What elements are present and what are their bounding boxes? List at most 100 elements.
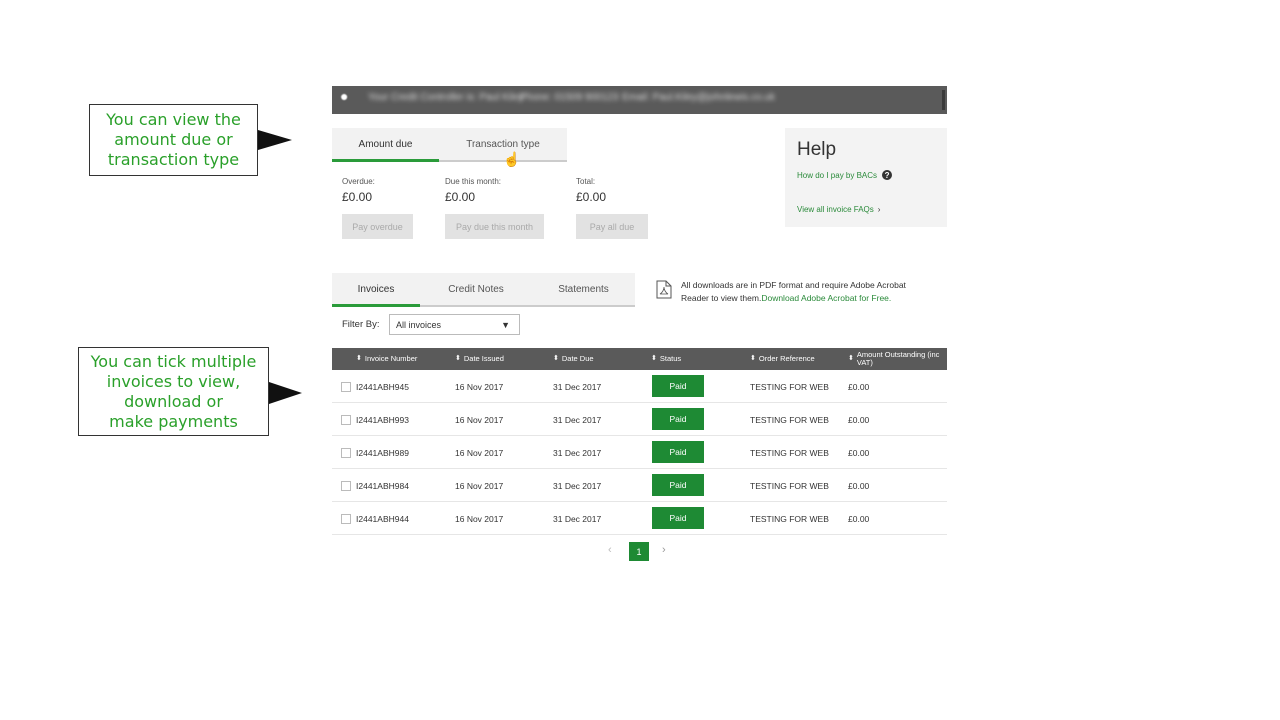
scrollbar[interactable] bbox=[942, 90, 945, 110]
invoice-number[interactable]: I2441ABH989 bbox=[356, 436, 409, 469]
due-month-value: £0.00 bbox=[445, 190, 476, 204]
total-label: Total: bbox=[576, 177, 596, 186]
prev-page-chevron-icon[interactable]: ‹ bbox=[608, 544, 612, 556]
table-row: I2441ABH989 16 Nov 2017 31 Dec 2017 Paid… bbox=[332, 436, 947, 469]
amount-outstanding: £0.00 bbox=[848, 513, 870, 524]
row-checkbox[interactable] bbox=[341, 514, 351, 524]
invoice-number[interactable]: I2441ABH993 bbox=[356, 403, 409, 436]
column-header-invoice-number[interactable]: ⬍ Invoice Number bbox=[356, 348, 417, 370]
callout-line: download or bbox=[124, 391, 223, 411]
table-header: ⬍ Invoice Number ⬍ Date Issued ⬍ Date Due ⬍… bbox=[332, 348, 947, 370]
invoice-number[interactable]: I2441ABH984 bbox=[356, 469, 409, 502]
order-reference: TESTING FOR WEB bbox=[750, 480, 829, 491]
row-checkbox[interactable] bbox=[341, 481, 351, 491]
pay-due-month-button[interactable]: Pay due this month bbox=[445, 214, 544, 239]
logo-icon: ● bbox=[340, 88, 349, 104]
column-header-status[interactable]: ⬍ Status bbox=[651, 348, 681, 370]
adobe-download-link[interactable]: Download Adobe Acrobat for Free. bbox=[761, 293, 891, 303]
callout-pointer-arrow bbox=[269, 382, 302, 404]
row-checkbox[interactable] bbox=[341, 382, 351, 392]
status-badge: Paid bbox=[652, 375, 704, 397]
callout-view-amount: You can view the amount due or transacti… bbox=[89, 104, 258, 176]
help-title: Help bbox=[797, 139, 837, 160]
column-header-date-issued[interactable]: ⬍ Date Issued bbox=[455, 348, 504, 370]
tab-invoices[interactable]: Invoices bbox=[332, 273, 420, 307]
order-reference: TESTING FOR WEB bbox=[750, 381, 829, 392]
bacs-help-link[interactable]: How do I pay by BACs ? bbox=[797, 170, 893, 180]
column-header-date-due[interactable]: ⬍ Date Due bbox=[553, 348, 594, 370]
callout-line: make payments bbox=[109, 411, 238, 431]
tab-amount-due[interactable]: Amount due bbox=[332, 128, 439, 162]
date-issued: 16 Nov 2017 bbox=[455, 513, 504, 524]
tab-credit-notes[interactable]: Credit Notes bbox=[420, 273, 532, 305]
column-header-amount-outstanding[interactable]: ⬍ Amount Outstanding (inc VAT) bbox=[848, 348, 944, 370]
amount-outstanding: £0.00 bbox=[848, 480, 870, 491]
email-text: Email: Paul.Kiley@johnlewis.co.uk bbox=[622, 92, 775, 103]
date-due: 31 Dec 2017 bbox=[553, 414, 602, 425]
pagination: ‹ 1 › bbox=[600, 541, 680, 561]
pay-all-due-button[interactable]: Pay all due bbox=[576, 214, 648, 239]
overdue-summary: Overdue: £0.00 bbox=[342, 177, 375, 204]
date-issued: 16 Nov 2017 bbox=[455, 381, 504, 392]
column-header-order-reference[interactable]: ⬍ Order Reference bbox=[750, 348, 815, 370]
callout-line: You can view the bbox=[106, 110, 241, 129]
column-header-label: Amount Outstanding (inc VAT) bbox=[856, 350, 940, 367]
due-month-summary: Due this month: £0.00 bbox=[445, 177, 501, 204]
status-badge: Paid bbox=[652, 408, 704, 430]
callout-line: You can tick multiple bbox=[90, 351, 257, 371]
callout-line: invoices to view, bbox=[106, 371, 241, 391]
column-header-label: Date Due bbox=[561, 354, 594, 363]
table-row: I2441ABH944 16 Nov 2017 31 Dec 2017 Paid… bbox=[332, 502, 947, 535]
table-row: I2441ABH984 16 Nov 2017 31 Dec 2017 Paid… bbox=[332, 469, 947, 502]
table-row: I2441ABH945 16 Nov 2017 31 Dec 2017 Paid… bbox=[332, 370, 947, 403]
table-row: I2441ABH993 16 Nov 2017 31 Dec 2017 Paid… bbox=[332, 403, 947, 436]
document-tabs: Invoices Credit Notes Statements bbox=[332, 273, 635, 307]
date-due: 31 Dec 2017 bbox=[553, 447, 602, 458]
column-header-label: Date Issued bbox=[463, 354, 504, 363]
invoice-number[interactable]: I2441ABH945 bbox=[356, 370, 409, 403]
order-reference: TESTING FOR WEB bbox=[750, 447, 829, 458]
tab-statements[interactable]: Statements bbox=[532, 273, 635, 305]
callout-line: transaction type bbox=[107, 150, 240, 169]
chevron-right-icon: › bbox=[877, 205, 881, 214]
column-header-label: Order Reference bbox=[758, 354, 815, 363]
column-header-label: Invoice Number bbox=[364, 354, 418, 363]
sort-icon: ⬍ bbox=[553, 355, 559, 362]
order-reference: TESTING FOR WEB bbox=[750, 513, 829, 524]
total-value: £0.00 bbox=[576, 190, 607, 204]
page-number-current[interactable]: 1 bbox=[629, 542, 649, 561]
row-checkbox[interactable] bbox=[341, 448, 351, 458]
help-panel: Help How do I pay by BACs ? View all inv… bbox=[785, 128, 947, 227]
date-issued: 16 Nov 2017 bbox=[455, 414, 504, 425]
amount-tabs: Amount due Transaction type bbox=[332, 128, 567, 162]
status-badge: Paid bbox=[652, 507, 704, 529]
amount-outstanding: £0.00 bbox=[848, 414, 870, 425]
sort-icon: ⬍ bbox=[651, 355, 657, 362]
date-due: 31 Dec 2017 bbox=[553, 513, 602, 524]
invoice-number[interactable]: I2441ABH944 bbox=[356, 502, 409, 535]
date-issued: 16 Nov 2017 bbox=[455, 480, 504, 491]
filter-dropdown[interactable]: All invoices ▼ bbox=[389, 314, 520, 335]
bacs-help-label: How do I pay by BACs bbox=[797, 170, 878, 180]
order-reference: TESTING FOR WEB bbox=[750, 414, 829, 425]
sort-icon: ⬍ bbox=[455, 355, 461, 362]
callout-tick-invoices: You can tick multiple invoices to view, … bbox=[78, 347, 269, 436]
pdf-download-note: All downloads are in PDF format and requ… bbox=[656, 279, 936, 305]
filter-label: Filter By: bbox=[342, 319, 380, 330]
overdue-value: £0.00 bbox=[342, 190, 373, 204]
invoice-faqs-label: View all invoice FAQs bbox=[797, 205, 874, 214]
sort-icon: ⬍ bbox=[356, 355, 362, 362]
column-header-label: Status bbox=[659, 354, 682, 363]
phone-text: Phone: 01509 900123 bbox=[520, 92, 619, 103]
total-summary: Total: £0.00 bbox=[576, 177, 606, 204]
pay-overdue-button[interactable]: Pay overdue bbox=[342, 214, 413, 239]
question-icon: ? bbox=[882, 170, 893, 180]
invoice-table: ⬍ Invoice Number ⬍ Date Issued ⬍ Date Due ⬍… bbox=[332, 348, 947, 535]
account-header-bar: ● Your Credit Controller is: Paul Kiley … bbox=[332, 86, 947, 114]
invoice-faqs-link[interactable]: View all invoice FAQs › bbox=[797, 205, 880, 214]
row-checkbox[interactable] bbox=[341, 415, 351, 425]
next-page-chevron-icon[interactable]: › bbox=[662, 544, 666, 556]
date-due: 31 Dec 2017 bbox=[553, 381, 602, 392]
hand-cursor-icon: ☝ bbox=[503, 151, 521, 167]
status-badge: Paid bbox=[652, 474, 704, 496]
